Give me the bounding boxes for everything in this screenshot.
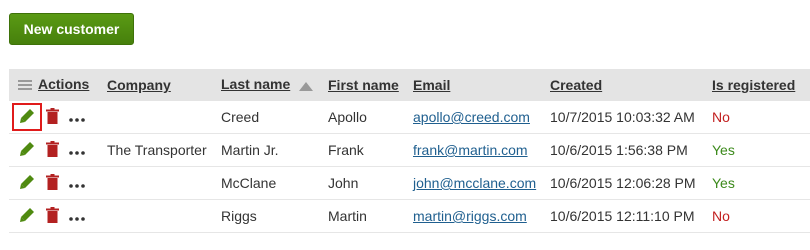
row-actions [9, 101, 107, 134]
cell-created: 10/7/2015 10:03:32 AM [550, 101, 712, 134]
trash-icon [45, 107, 59, 127]
cell-is-registered: Yes [712, 133, 810, 167]
ellipsis-icon [69, 208, 85, 224]
edit-button[interactable] [12, 169, 42, 197]
header-email[interactable]: Email [413, 69, 550, 101]
cell-company [107, 166, 221, 200]
delete-button[interactable] [43, 136, 61, 164]
cell-email: frank@martin.com [413, 133, 550, 167]
header-is-registered-label[interactable]: Is registered [712, 77, 795, 93]
row-actions [9, 133, 107, 167]
cell-email: john@mcclane.com [413, 166, 550, 200]
email-link[interactable]: martin@riggs.com [413, 208, 527, 224]
cell-first-name: John [328, 166, 413, 200]
sort-ascending-icon [299, 78, 314, 94]
row-actions [9, 166, 107, 200]
cell-last-name: Martin Jr. [221, 133, 328, 167]
delete-button[interactable] [43, 169, 61, 197]
new-customer-button[interactable]: New customer [9, 13, 134, 45]
cell-last-name: Riggs [221, 199, 328, 233]
cell-first-name: Martin [328, 199, 413, 233]
more-actions-button[interactable] [67, 103, 87, 131]
hamburger-icon[interactable] [18, 78, 32, 94]
more-actions-button[interactable] [67, 202, 87, 230]
header-first-name-label[interactable]: First name [328, 77, 399, 93]
cell-created: 10/6/2015 1:56:38 PM [550, 133, 712, 167]
cell-first-name: Frank [328, 133, 413, 167]
header-created-label[interactable]: Created [550, 77, 602, 93]
trash-icon [45, 140, 59, 160]
header-last-name[interactable]: Last name [221, 69, 328, 101]
cell-created: 10/6/2015 12:06:28 PM [550, 166, 712, 200]
edit-button[interactable] [12, 202, 42, 230]
customers-table: Actions Company Last name First name Ema… [9, 69, 810, 233]
edit-button[interactable] [12, 103, 42, 131]
delete-button[interactable] [43, 103, 61, 131]
cell-last-name: Creed [221, 101, 328, 134]
ellipsis-icon [69, 142, 85, 158]
cell-email: apollo@creed.com [413, 101, 550, 134]
email-link[interactable]: john@mcclane.com [413, 175, 536, 191]
cell-is-registered: No [712, 101, 810, 134]
cell-created: 10/6/2015 12:11:10 PM [550, 199, 712, 233]
header-actions-label[interactable]: Actions [38, 76, 89, 92]
pencil-icon [19, 141, 35, 160]
cell-company [107, 199, 221, 233]
header-actions: Actions [9, 69, 107, 101]
trash-icon [45, 173, 59, 193]
cell-first-name: Apollo [328, 101, 413, 134]
cell-company: The Transporter [107, 133, 221, 167]
pencil-icon [19, 108, 35, 127]
pencil-icon [19, 207, 35, 226]
cell-company [107, 101, 221, 134]
delete-button[interactable] [43, 202, 61, 230]
cell-is-registered: No [712, 199, 810, 233]
table-row: Creed Apollo apollo@creed.com 10/7/2015 … [9, 101, 810, 134]
trash-icon [45, 206, 59, 226]
edit-button[interactable] [12, 136, 42, 164]
header-first-name[interactable]: First name [328, 69, 413, 101]
cell-is-registered: Yes [712, 166, 810, 200]
ellipsis-icon [69, 175, 85, 191]
cell-last-name: McClane [221, 166, 328, 200]
cell-email: martin@riggs.com [413, 199, 550, 233]
ellipsis-icon [69, 109, 85, 125]
email-link[interactable]: apollo@creed.com [413, 109, 530, 125]
table-row: Riggs Martin martin@riggs.com 10/6/2015 … [9, 199, 810, 233]
header-company[interactable]: Company [107, 69, 221, 101]
table-row: McClane John john@mcclane.com 10/6/2015 … [9, 166, 810, 200]
more-actions-button[interactable] [67, 136, 87, 164]
table-header-row: Actions Company Last name First name Ema… [9, 69, 810, 101]
email-link[interactable]: frank@martin.com [413, 142, 528, 158]
row-actions [9, 199, 107, 233]
more-actions-button[interactable] [67, 169, 87, 197]
header-last-name-label[interactable]: Last name [221, 76, 290, 92]
header-is-registered[interactable]: Is registered [712, 69, 810, 101]
table-row: The Transporter Martin Jr. Frank frank@m… [9, 133, 810, 167]
header-company-label[interactable]: Company [107, 77, 171, 93]
header-created[interactable]: Created [550, 69, 712, 101]
header-email-label[interactable]: Email [413, 77, 450, 93]
pencil-icon [19, 174, 35, 193]
